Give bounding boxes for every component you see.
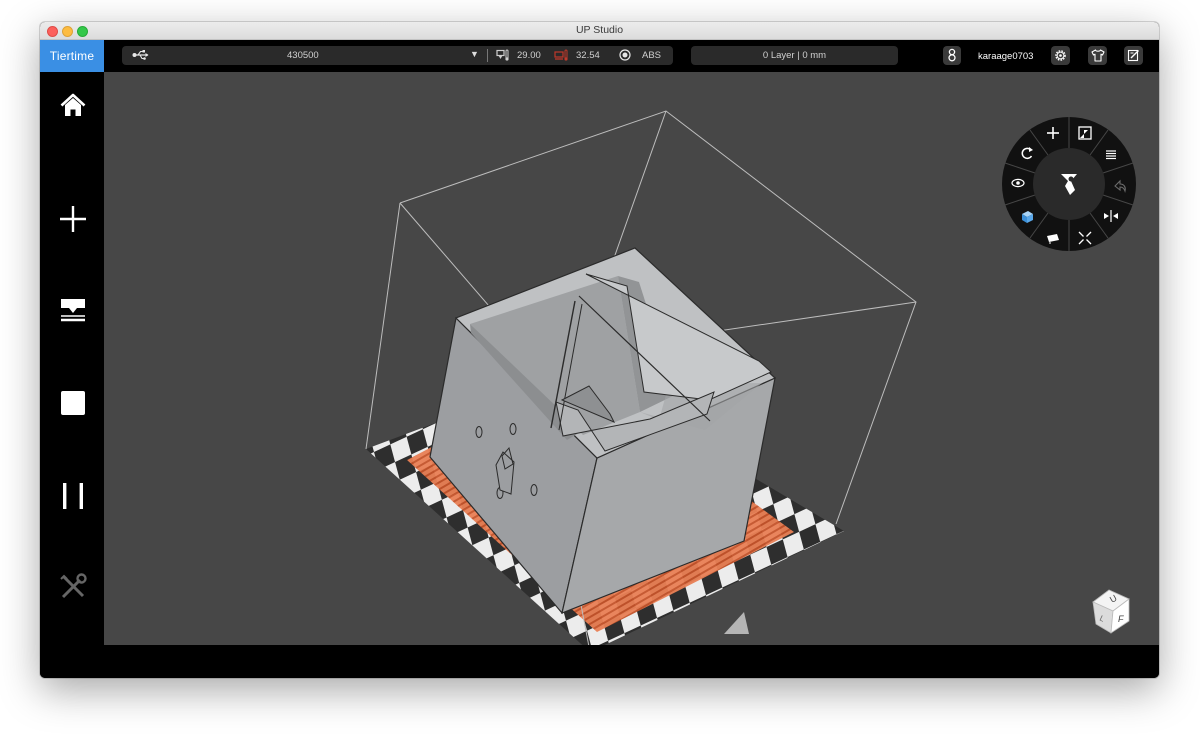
gear-icon <box>1055 50 1066 61</box>
title-bar: UP Studio <box>40 22 1159 40</box>
3d-viewport[interactable]: U F L <box>104 72 1159 645</box>
bed-temp-icon <box>554 49 570 64</box>
printer-name: 430500 <box>287 50 319 61</box>
settings-button[interactable] <box>1051 46 1070 65</box>
usb-icon <box>132 49 150 64</box>
build-scene[interactable]: U F L <box>104 72 1159 645</box>
maintenance-button[interactable] <box>54 568 92 606</box>
tshirt-icon <box>1090 49 1105 62</box>
bottom-status-bar <box>40 645 1159 678</box>
top-toolbar: Tiertime 430500 ▼ 29.00 32.54 ABS 0 Laye… <box>40 40 1159 72</box>
view-cube-front-label: F <box>1118 614 1124 624</box>
home-icon <box>60 93 86 116</box>
nozzle-temp-icon <box>496 49 512 64</box>
nozzle-temperature: 29.00 <box>517 50 541 61</box>
username[interactable]: karaage0703 <box>978 51 1033 62</box>
brand-logo[interactable]: Tiertime <box>40 40 104 72</box>
stop-button[interactable] <box>54 384 92 422</box>
plus-icon <box>60 206 86 232</box>
divider <box>487 49 488 62</box>
bed-temperature: 32.54 <box>576 50 600 61</box>
material-settings-button[interactable] <box>1088 46 1107 65</box>
pause-button[interactable] <box>54 477 92 515</box>
window-title: UP Studio <box>575 24 624 36</box>
app-window: UP Studio Tiertime 430500 ▼ 29.00 32.54 … <box>40 22 1159 678</box>
layer-status: 0 Layer | 0 mm <box>691 46 898 65</box>
print-button[interactable] <box>54 292 92 330</box>
add-model-button[interactable] <box>54 200 92 238</box>
front-direction-arrow <box>724 612 749 634</box>
material-label: ABS <box>642 50 662 61</box>
tools-icon <box>60 573 87 599</box>
view-cube[interactable]: U F L <box>1092 589 1130 634</box>
printer-status-bar[interactable]: 430500 ▼ 29.00 32.54 ABS <box>122 46 673 65</box>
edit-button[interactable] <box>1124 46 1143 65</box>
pause-icon <box>63 483 83 509</box>
left-sidebar <box>40 72 104 645</box>
user-avatar[interactable] <box>943 46 961 65</box>
radial-tool-menu[interactable] <box>1002 117 1136 251</box>
print-icon <box>61 299 85 322</box>
material-icon <box>619 49 631 64</box>
edit-icon <box>1127 49 1139 62</box>
stop-icon <box>61 391 85 415</box>
printer-dropdown-icon[interactable]: ▼ <box>470 49 479 59</box>
home-button[interactable] <box>54 86 92 124</box>
